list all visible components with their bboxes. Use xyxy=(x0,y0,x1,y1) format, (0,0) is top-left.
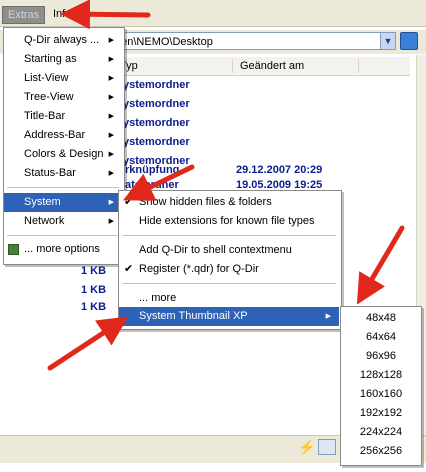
submenu-arrow-icon: ▶ xyxy=(108,170,114,177)
submenu-arrow-icon: ▶ xyxy=(325,313,331,320)
file-size-cell: 1 KB xyxy=(81,284,107,296)
column-header: Typ Geändert am xyxy=(110,57,410,76)
thumb-size-64[interactable]: 64x64 xyxy=(341,328,421,347)
chevron-down-icon: ▼ xyxy=(383,36,393,46)
address-dropdown-button[interactable]: ▼ xyxy=(380,32,396,50)
menu-item-network[interactable]: Network ▶ xyxy=(4,212,122,231)
submenu-arrow-icon: ▶ xyxy=(108,199,114,206)
menu-extras[interactable]: Extras xyxy=(2,6,46,24)
menu-item-status-bar[interactable]: Status-Bar ▶ xyxy=(4,164,122,183)
file-type-cell: ystemordner xyxy=(123,117,190,129)
menu-item-system[interactable]: System ▶ xyxy=(4,193,122,212)
menu-separator xyxy=(7,235,119,236)
checkmark-icon: ✔ xyxy=(124,263,134,275)
thumbnail-size-submenu: 48x48 64x64 96x96 128x128 160x160 192x19… xyxy=(340,306,422,466)
menu-item-more[interactable]: ... more xyxy=(119,289,339,308)
menu-item-add-contextmenu[interactable]: Add Q-Dir to shell contextmenu xyxy=(119,241,339,260)
extras-menu: Q-Dir always ... ▶ Starting as ▶ List-View… xyxy=(3,27,125,265)
menu-item-show-hidden[interactable]: ✔ Show hidden files & folders xyxy=(119,193,339,212)
file-size-cell: 1 KB xyxy=(81,301,107,313)
checkmark-icon: ✔ xyxy=(124,196,134,208)
flash-icon[interactable]: ⚡ xyxy=(298,439,315,455)
menu-item-address-bar[interactable]: Address-Bar ▶ xyxy=(4,126,122,145)
address-input[interactable]: gen\NEMO\Desktop xyxy=(110,32,382,50)
menu-item-starting-as[interactable]: Starting as ▶ xyxy=(4,50,122,69)
menu-item-more-options[interactable]: ... more options xyxy=(4,240,122,259)
menu-item-system-thumbnail-xp[interactable]: System Thumbnail XP ▶ xyxy=(119,307,339,326)
submenu-arrow-icon: ▶ xyxy=(108,113,114,120)
file-date-cell: 29.12.2007 20:29 xyxy=(236,164,323,176)
menu-info[interactable]: Info xyxy=(48,6,76,22)
menu-item-title-bar[interactable]: Title-Bar ▶ xyxy=(4,107,122,126)
submenu-arrow-icon: ▶ xyxy=(108,75,114,82)
menu-separator xyxy=(7,187,119,188)
column-divider[interactable] xyxy=(232,59,233,73)
submenu-arrow-icon: ▶ xyxy=(108,132,114,139)
menu-item-list-view[interactable]: List-View ▶ xyxy=(4,69,122,88)
menu-separator xyxy=(122,235,336,236)
system-submenu: ✔ Show hidden files & folders Hide extens… xyxy=(118,190,342,330)
column-changed[interactable]: Geändert am xyxy=(240,60,304,72)
submenu-arrow-icon: ▶ xyxy=(108,94,114,101)
thumb-size-48[interactable]: 48x48 xyxy=(341,309,421,328)
file-size-cell: 1 KB xyxy=(81,265,107,277)
settings-icon[interactable] xyxy=(318,439,336,455)
file-type-cell: ystemordner xyxy=(123,98,190,110)
menu-separator xyxy=(122,283,336,284)
menu-item-qdir-always[interactable]: Q-Dir always ... ▶ xyxy=(4,31,122,50)
submenu-arrow-icon: ▶ xyxy=(108,37,114,44)
menu-item-hide-extensions[interactable]: Hide extensions for known file types xyxy=(119,212,339,231)
menu-item-register-qdr[interactable]: ✔ Register (*.qdr) for Q-Dir xyxy=(119,260,339,279)
thumb-size-256[interactable]: 256x256 xyxy=(341,442,421,461)
options-icon xyxy=(8,244,19,255)
column-divider[interactable] xyxy=(358,59,359,73)
menu-bar: Extras Info xyxy=(0,0,426,27)
submenu-arrow-icon: ▶ xyxy=(108,218,114,225)
menu-item-tree-view[interactable]: Tree-View ▶ xyxy=(4,88,122,107)
submenu-arrow-icon: ▶ xyxy=(108,56,114,63)
thumb-size-96[interactable]: 96x96 xyxy=(341,347,421,366)
submenu-arrow-icon: ▶ xyxy=(108,151,114,158)
file-type-cell: ystemordner xyxy=(123,136,190,148)
file-type-cell: ystemordner xyxy=(123,79,190,91)
thumb-size-192[interactable]: 192x192 xyxy=(341,404,421,423)
file-type-cell: rknüpfung xyxy=(125,164,180,176)
thumb-size-224[interactable]: 224x224 xyxy=(341,423,421,442)
thumb-size-128[interactable]: 128x128 xyxy=(341,366,421,385)
thumb-size-160[interactable]: 160x160 xyxy=(341,385,421,404)
go-icon[interactable] xyxy=(400,32,418,50)
menu-item-colors-design[interactable]: Colors & Design ▶ xyxy=(4,145,122,164)
